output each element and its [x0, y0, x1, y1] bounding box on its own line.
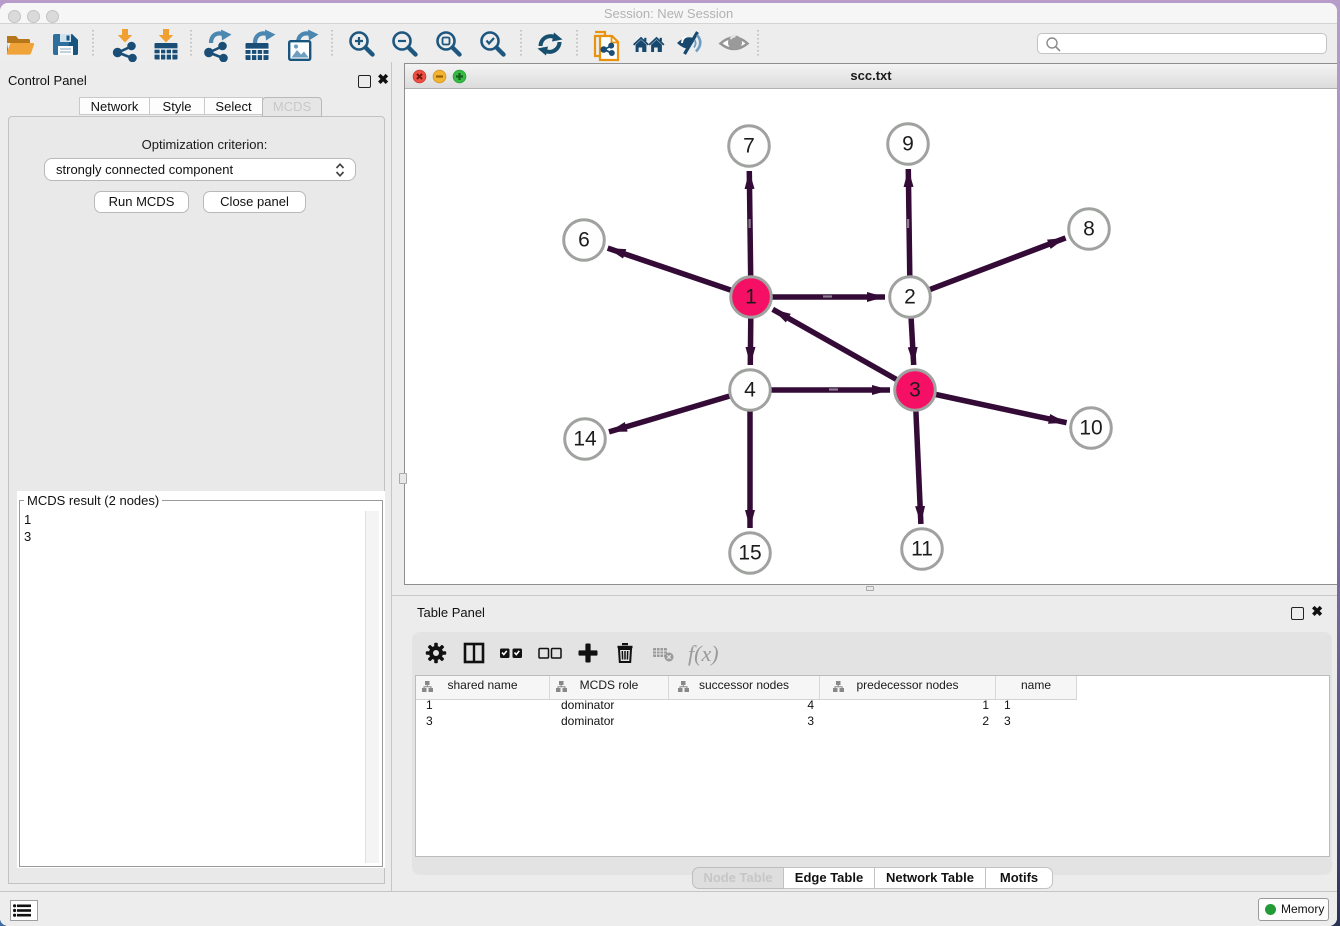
svg-text:8: 8 — [1083, 218, 1095, 241]
svg-text:14: 14 — [573, 428, 597, 451]
svg-text:9: 9 — [902, 133, 914, 156]
svg-text:11: 11 — [911, 538, 933, 561]
svg-text:10: 10 — [1079, 417, 1102, 440]
svg-text:f(x): f(x) — [688, 641, 719, 666]
svg-text:15: 15 — [738, 542, 761, 565]
svg-text:1: 1 — [745, 286, 757, 309]
svg-text:7: 7 — [743, 135, 755, 158]
svg-text:3: 3 — [909, 379, 921, 402]
svg-text:2: 2 — [904, 286, 916, 309]
svg-text:6: 6 — [578, 229, 590, 252]
svg-text:4: 4 — [744, 379, 756, 402]
